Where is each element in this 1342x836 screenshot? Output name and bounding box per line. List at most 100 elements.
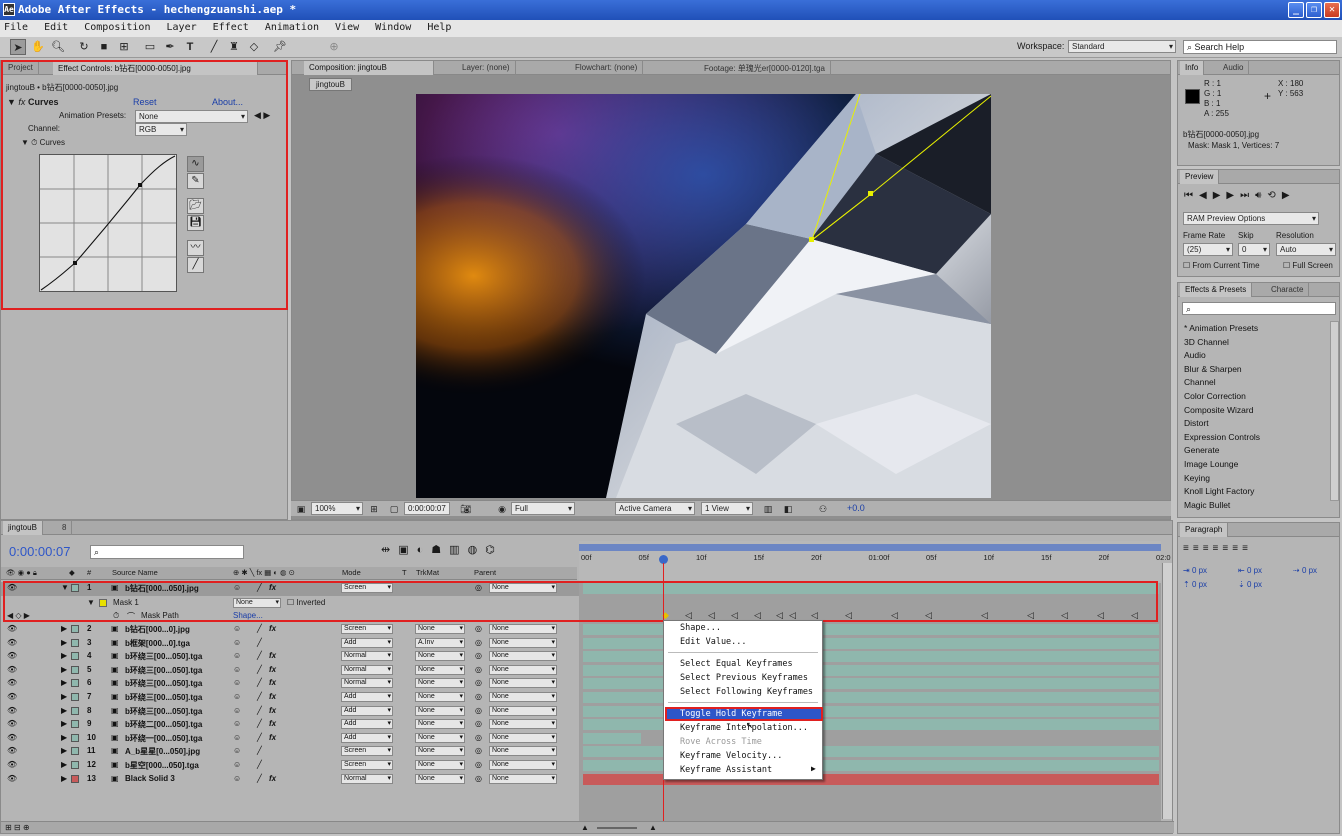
fx-icon[interactable]: fx [269, 719, 276, 728]
menu-window[interactable]: Window [375, 22, 411, 33]
view-layout-select[interactable]: 1 View [701, 502, 753, 515]
hide-shy-icon[interactable]: ☗ [431, 544, 449, 556]
toggle-pixel-aspect-icon[interactable]: ▥ [761, 501, 775, 515]
menu-item-keyframe-assistant[interactable]: Keyframe Assistant [680, 765, 772, 775]
zoom-out-icon[interactable]: ▲ [581, 823, 589, 832]
tab-info[interactable]: Info [1180, 61, 1205, 75]
fx-icon[interactable]: fx [269, 651, 276, 660]
clone-stamp-tool-icon[interactable]: ♜ [226, 39, 242, 55]
quality-icon[interactable]: ╱ [257, 774, 262, 783]
effects-category[interactable]: Composite Wizard [1184, 405, 1253, 415]
blend-mode-select[interactable]: Normal [341, 664, 393, 675]
brush-tool-icon[interactable]: ╱ [206, 39, 222, 55]
text-tool-icon[interactable]: T [182, 39, 198, 55]
eye-icon[interactable]: 👁 [7, 774, 17, 783]
expand-arrow-icon[interactable]: ▶ [61, 719, 67, 728]
trkmat-select[interactable]: A.Inv [415, 637, 465, 648]
label-color[interactable] [71, 720, 79, 729]
layer-row[interactable]: 👁 ▶ 4 ▣ b环绕三[00...050].tga ☺ ╱ fx Normal None ◎ Non… [1, 650, 579, 664]
exposure-value[interactable]: +0.0 [847, 503, 865, 513]
eye-icon[interactable]: 👁 [7, 651, 17, 660]
parent-select[interactable]: None [489, 732, 557, 743]
layer-duration-bar[interactable] [583, 732, 641, 744]
eye-icon[interactable]: 👁 [7, 665, 17, 674]
pickwhip-icon[interactable]: ◎ [475, 651, 482, 660]
layer-name[interactable]: b环绕三[00...050].tga [125, 678, 202, 689]
always-preview-icon[interactable]: ▣ [294, 501, 308, 515]
quality-icon[interactable]: ╱ [257, 638, 262, 647]
timeline-timecode[interactable]: 0:00:00:07 [9, 544, 70, 559]
layer-name[interactable]: b星空[000...050].tga [125, 760, 199, 771]
fast-previews-icon[interactable]: ◧ [781, 501, 795, 515]
effects-category[interactable]: Knoll Light Factory [1184, 486, 1254, 496]
trkmat-select[interactable]: None [415, 678, 465, 689]
quality-icon[interactable]: ╱ [257, 706, 262, 715]
effects-category[interactable]: Distort [1184, 418, 1209, 428]
layer-name[interactable]: b钻石[000...0].jpg [125, 624, 190, 635]
layer-row[interactable]: 👁 ▶ 9 ▣ b环绕二[00...050].tga ☺ ╱ fx Add None ◎ None [1, 718, 579, 732]
effects-category[interactable]: 3D Channel [1184, 337, 1229, 347]
blend-mode-select[interactable]: Normal [341, 773, 393, 784]
snapshot-icon[interactable]: 📷︎ [459, 501, 473, 515]
effects-category[interactable]: Blur & Sharpen [1184, 364, 1242, 374]
layer-row[interactable]: 👁 ▶ 2 ▣ b钻石[000...0].jpg ☺ ╱ fx Screen None ◎ None [1, 623, 579, 637]
ram-preview-icon[interactable]: ▶ [1282, 190, 1296, 201]
fx-icon[interactable]: fx [269, 733, 276, 742]
fx-icon[interactable]: fx [269, 624, 276, 633]
expand-arrow-icon[interactable]: ▶ [61, 638, 67, 647]
align-center-icon[interactable]: ≡ [1193, 543, 1203, 554]
col-source-name[interactable]: Source Name [112, 568, 158, 577]
zoom-in-icon[interactable]: ▲ [649, 823, 657, 832]
layer-name[interactable]: b环绕三[00...050].tga [125, 651, 202, 662]
label-color[interactable] [71, 733, 79, 742]
expand-arrow-icon[interactable]: ▶ [61, 678, 67, 687]
camera-select[interactable]: Active Camera [615, 502, 695, 515]
trkmat-select[interactable]: None [415, 719, 465, 730]
restore-icon[interactable]: ❐ [1306, 2, 1322, 18]
parent-select[interactable]: None [489, 651, 557, 662]
workspace-select[interactable]: Standard [1068, 40, 1176, 53]
pickwhip-icon[interactable]: ◎ [475, 692, 482, 701]
shy-icon[interactable]: ☺ [233, 692, 241, 701]
expand-toggle-icons[interactable]: ⊞ ⊟ ⊕ [5, 823, 30, 832]
flowchart-icon[interactable]: ⚇ [816, 501, 830, 515]
layer-name[interactable]: b环绕一[00...050].tga [125, 733, 202, 744]
composition-viewer[interactable] [416, 94, 991, 498]
blend-mode-select[interactable]: Screen [341, 624, 393, 634]
eye-icon[interactable]: 👁 [7, 678, 17, 687]
effects-category[interactable]: Keying [1184, 473, 1210, 483]
effects-category[interactable]: Magic Bullet [1184, 500, 1230, 510]
pickwhip-icon[interactable]: ◎ [475, 746, 482, 755]
parent-select[interactable]: None [489, 719, 557, 730]
quality-icon[interactable]: ╱ [257, 746, 262, 755]
layer-name[interactable]: b环绕三[00...050].tga [125, 665, 202, 676]
blend-mode-select[interactable]: Screen [341, 760, 393, 770]
menu-layer[interactable]: Layer [167, 22, 197, 33]
trkmat-select[interactable]: None [415, 624, 465, 634]
menu-view[interactable]: View [335, 22, 359, 33]
timeline-scrollbar[interactable] [1162, 563, 1172, 819]
layer-row[interactable]: 👁 ▶ 8 ▣ b环绕三[00...050].tga ☺ ╱ fx Add None ◎ None [1, 705, 579, 719]
draft-3d-icon[interactable]: ◐ [417, 544, 432, 556]
play-icon[interactable]: ▶ [1213, 190, 1227, 201]
label-color[interactable] [71, 625, 79, 633]
zoom-tool-icon[interactable]: 🔍︎ [50, 39, 66, 55]
loop-icon[interactable]: ⟲ [1267, 190, 1281, 201]
resolution-select[interactable]: Auto [1276, 243, 1336, 256]
parent-select[interactable]: None [489, 705, 557, 716]
parent-select[interactable]: None [489, 746, 557, 757]
label-color[interactable] [71, 706, 79, 715]
label-color[interactable] [71, 638, 79, 647]
trkmat-select[interactable]: None [415, 705, 465, 716]
effects-category[interactable]: Color Correction [1184, 391, 1246, 401]
live-update-icon[interactable]: ▣ [398, 544, 416, 556]
shy-icon[interactable]: ☺ [233, 733, 241, 742]
trkmat-select[interactable]: None [415, 760, 465, 770]
menu-item-select-equal-keyframes[interactable]: Select Equal Keyframes [680, 659, 793, 669]
tab-character[interactable]: Characte [1266, 283, 1310, 297]
menu-edit[interactable]: Edit [44, 22, 68, 33]
label-color[interactable] [71, 665, 79, 674]
pickwhip-icon[interactable]: ◎ [475, 719, 482, 728]
indent-first[interactable]: ⇢ 0 px [1293, 566, 1317, 575]
parent-select[interactable]: None [489, 624, 557, 634]
